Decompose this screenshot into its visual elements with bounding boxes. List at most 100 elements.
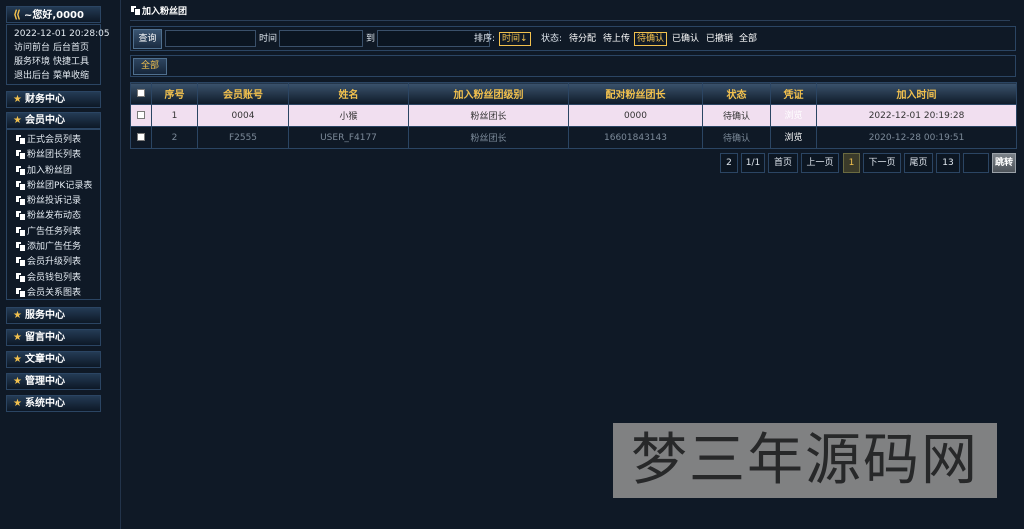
star-icon: ★ [13,94,22,105]
name-cell: 小猴 [288,104,409,127]
collapse-menu-link[interactable]: 菜单收缩 [53,71,89,81]
section-service[interactable]: ★ 服务中心 [6,307,101,324]
section-label: 留言中心 [24,332,65,343]
page-size-field[interactable]: 13 [936,153,960,173]
select-all-checkbox[interactable] [137,89,145,97]
jump-button[interactable]: 跳转 [992,153,1016,173]
current-page-button[interactable]: 1 [843,153,860,173]
row-checkbox[interactable] [137,111,145,119]
quick-link-row: 服务环境 快捷工具 [14,55,100,69]
menu-item-upgrades[interactable]: 会员升级列表 [7,255,100,270]
menu-item-formal-members[interactable]: 正式会员列表 [7,133,100,148]
divider [130,20,1010,21]
logout-link[interactable]: 退出后台 [14,71,50,81]
query-button[interactable]: 查询 [133,29,162,49]
voucher-cell: 浏览 [770,126,817,149]
menu-item-join-fan-group[interactable]: 加入粉丝团 [7,164,100,179]
col-header: 配对粉丝团长 [568,82,703,105]
star-icon: ★ [13,332,22,343]
quick-tools-link[interactable]: 快捷工具 [53,57,89,67]
col-header: 状态 [702,82,771,105]
section-label: 财务中心 [24,94,65,105]
prev-page-button[interactable]: 上一页 [801,153,839,173]
section-member[interactable]: ★ 会员中心 [6,112,101,129]
collapse-icon[interactable]: ⟪ [13,8,21,21]
view-voucher-link[interactable]: 浏览 [779,131,807,145]
section-article[interactable]: ★ 文章中心 [6,351,101,368]
menu-item-fan-posts[interactable]: 粉丝发布动态 [7,209,100,224]
login-datetime: 2022-12-01 20:28:05 [14,29,110,39]
menu-item-wallets[interactable]: 会员钱包列表 [7,271,100,286]
to-label: 到 [366,34,376,44]
next-page-button[interactable]: 下一页 [863,153,901,173]
section-finance[interactable]: ★ 财务中心 [6,91,101,108]
section-label: 服务中心 [24,310,65,321]
start-time-input[interactable] [279,30,363,47]
member-menu: 正式会员列表 粉丝团长列表 加入粉丝团 粉丝团PK记录表 粉丝投诉记录 粉丝发布… [6,129,101,300]
sort-time-option[interactable]: 时间↓ [499,32,531,46]
row-select-cell [130,126,152,149]
star-icon: ★ [13,115,22,126]
status-option-all[interactable]: 全部 [739,30,757,48]
section-label: 文章中心 [24,354,65,365]
section-message[interactable]: ★ 留言中心 [6,329,101,346]
server-env-link[interactable]: 服务环境 [14,57,50,67]
menu-item-ad-tasks[interactable]: 广告任务列表 [7,225,100,240]
pages-icon [16,165,25,175]
col-header: 序号 [151,82,198,105]
name-cell: USER_F4177 [288,126,409,149]
view-voucher-link[interactable]: 浏览 [779,109,807,123]
status-option-pending-confirm[interactable]: 待确认 [634,32,668,46]
visit-frontend-link[interactable]: 访问前台 [14,43,50,53]
table-row[interactable]: 1 0004 小猴 粉丝团长 0000 待确认 浏览 2022-12-01 20… [130,104,1017,127]
pages-icon [16,272,25,282]
menu-item-fan-leaders[interactable]: 粉丝团长列表 [7,148,100,163]
sidebar: ⟪ ~您好,0000 2022-12-01 20:28:05 访问前台 后台首页 服… [0,0,121,529]
col-header: 会员账号 [197,82,289,105]
leader-cell: 16601843143 [568,126,703,149]
pages-icon [16,150,25,160]
section-label: 会员中心 [24,115,65,126]
col-header: 姓名 [288,82,409,105]
status-option-revoked[interactable]: 已撤销 [706,30,733,48]
menu-item-complaints[interactable]: 粉丝投诉记录 [7,194,100,209]
section-system[interactable]: ★ 系统中心 [6,395,101,412]
section-manage[interactable]: ★ 管理中心 [6,373,101,390]
keyword-input[interactable] [165,30,256,47]
jump-page-input[interactable] [963,153,989,173]
join-time-cell: 2020-12-28 00:19:51 [816,126,1017,149]
page-title: 加入粉丝团 [142,7,188,17]
table-header-row: 序号 会员账号 姓名 加入粉丝团级别 配对粉丝团长 状态 凭证 加入时间 [130,82,1017,105]
admin-home-link[interactable]: 后台首页 [53,43,89,53]
join-time-cell: 2022-12-01 20:19:28 [816,104,1017,127]
index-cell: 1 [151,104,198,127]
last-page-button[interactable]: 尾页 [904,153,933,173]
star-icon: ★ [13,354,22,365]
sort-label: 排序: [474,34,496,44]
row-select-cell [130,104,152,127]
star-icon: ★ [13,310,22,321]
menu-item-relations[interactable]: 会员关系图表 [7,286,100,301]
filter-all-button[interactable]: 全部 [133,58,167,75]
greeting-text: ~您好,0000 [23,10,84,21]
status-option-pending-upload[interactable]: 待上传 [603,30,630,48]
col-header: 凭证 [770,82,817,105]
level-cell: 粉丝团长 [408,126,569,149]
page-of-pages: 1/1 [741,153,765,173]
table-row[interactable]: 2 F2555 USER_F4177 粉丝团长 16601843143 待确认 … [130,126,1017,149]
quick-link-row: 访问前台 后台首页 [14,41,100,55]
index-cell: 2 [151,126,198,149]
status-option-unassigned[interactable]: 待分配 [569,30,596,48]
first-page-button[interactable]: 首页 [768,153,798,173]
pages-icon [16,257,25,267]
menu-item-pk-records[interactable]: 粉丝团PK记录表 [7,179,100,194]
search-bar: 查询 时间 到 排序: 时间↓ 状态: 待分配 待上传 待确认 已确认 已撤销 … [130,26,1016,51]
col-header: 加入粉丝团级别 [408,82,569,105]
pages-icon [16,287,25,297]
select-all-cell[interactable] [130,82,152,105]
greeting-header[interactable]: ⟪ ~您好,0000 [6,6,101,23]
account-cell: F2555 [197,126,289,149]
row-checkbox[interactable] [137,133,145,141]
status-option-confirmed[interactable]: 已确认 [672,30,699,48]
menu-item-add-ad-task[interactable]: 添加广告任务 [7,240,100,255]
